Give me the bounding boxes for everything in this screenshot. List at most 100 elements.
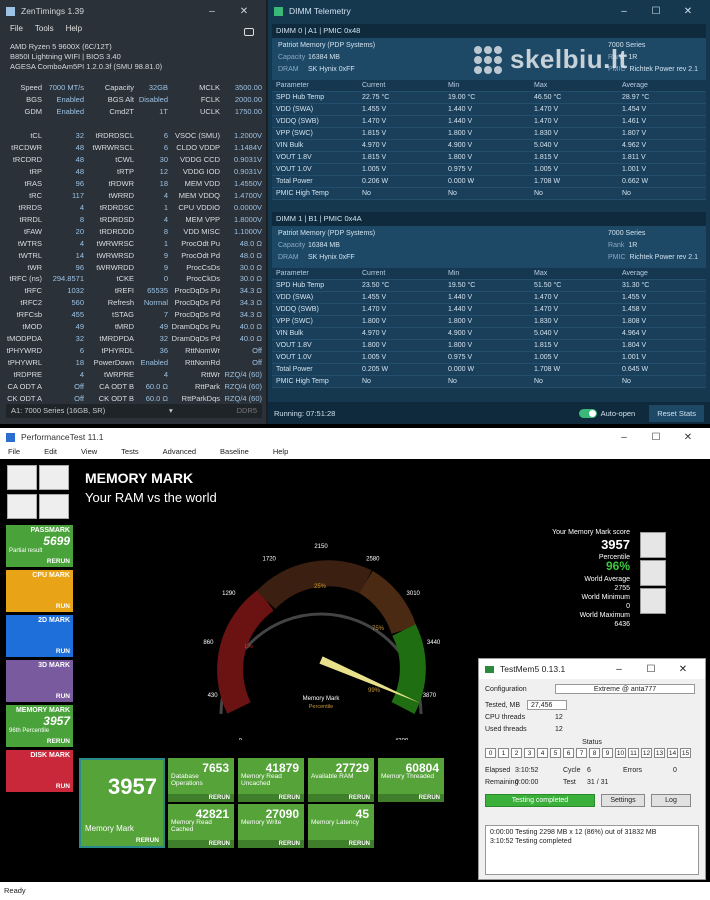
score-tile-cpu-mark[interactable]: CPU MARK RUN [6,570,73,612]
close-button[interactable]: ✕ [667,664,699,675]
rerun-button[interactable]: RERUN [378,794,444,802]
maximize-button[interactable]: ☐ [640,6,672,17]
telemetry-cell: No [534,378,543,385]
telemetry-cell: 0.206 W [362,178,389,185]
subtest-tile[interactable]: 27729 Available RAM RERUN [308,758,374,802]
minimize-button[interactable]: – [608,6,640,17]
home-icon[interactable] [7,465,37,490]
menu-edit[interactable]: Edit [44,447,57,458]
rerun-button[interactable]: RERUN [168,840,234,848]
timing-label: tMRDPDA [99,334,134,344]
testmem5-window: TestMem5 0.13.1 – ☐ ✕ Configuration Extreme… [478,658,706,880]
timing-row: GDM Enabled Cmd2T 1T UCLK 1750.00 [6,106,263,118]
tile-run-button[interactable]: RERUN [47,558,70,565]
config-field[interactable]: Extreme @ anta777 [555,684,695,694]
minimize-button[interactable]: – [603,664,635,675]
timing-label: CK ODT A [7,393,42,403]
telemetry-cell: 4.964 V [622,330,647,337]
telemetry-cell: No [362,378,371,385]
telemetry-cell: 1.461 V [622,118,647,125]
tile-run-button[interactable]: RUN [56,603,70,610]
rerun-button[interactable]: RERUN [308,840,374,848]
score-tile-passmark[interactable]: PASSMARK 5699 Partial result RERUN [6,525,73,567]
telemetry-cell: PMIC High Temp [276,190,329,197]
menu-view[interactable]: View [81,447,97,458]
dram-value: SK Hynix 0xFF [308,66,355,73]
camera-icon[interactable] [244,28,254,36]
subtest-tile[interactable]: 42821 Memory Read Cached RERUN [168,804,234,848]
telemetry-cell: 4.970 V [362,142,387,149]
timing-value: 48 [75,167,84,177]
subtest-tile[interactable]: 27090 Memory Write RERUN [238,804,304,848]
gauge-p25: 25% [314,584,327,590]
tile-run-button[interactable]: RERUN [47,738,70,745]
menu-baseline[interactable]: Baseline [220,447,249,458]
globe-icon[interactable] [640,560,666,586]
subtest-tile[interactable]: 60804 Memory Threaded RERUN [378,758,444,802]
close-button[interactable]: ✕ [672,6,704,17]
timing-value: 8 [79,214,84,224]
timing-value: 20 [75,226,84,236]
column-header: Max [534,270,548,277]
timing-value: 18 [75,358,84,368]
menu-advanced[interactable]: Advanced [163,447,196,458]
capacity-label: Capacity [278,54,306,61]
minimize-button[interactable]: – [608,432,640,443]
tile-run-button[interactable]: RUN [56,783,70,790]
telemetry-cell: No [622,190,631,197]
timing-row: tRFC (ns) 294.8571 tCKE 0 ProcCkDs 30.0 Ω [6,273,263,285]
menu-file[interactable]: File [10,24,23,34]
column-header: Parameter [276,270,309,277]
telemetry-cell: No [362,190,371,197]
timing-row: tRRDS 4 tRDRDSC 1 CPU VDDIO 0.0000V [6,201,262,213]
timing-label: GDM [24,107,43,117]
timing-label: tWRWRSC [96,238,134,248]
timing-row: tPHYWRL 18 PowerDown Enabled RttNomRd Off [6,357,262,369]
menu-help[interactable]: Help [273,447,288,458]
subtest-tile[interactable]: 41879 Memory Read Uncached RERUN [238,758,304,802]
menu-help[interactable]: Help [66,24,82,34]
menu-tests[interactable]: Tests [121,447,139,458]
telemetry-cell: 1.470 V [362,118,387,125]
score-tile-memory-mark[interactable]: MEMORY MARK 3957 96th Percentile RERUN [6,705,73,747]
score-tile-disk-mark[interactable]: DISK MARK RUN [6,750,73,792]
score-tile-3d-mark[interactable]: 3D MARK RUN [6,660,73,702]
maximize-button[interactable]: ☐ [635,664,667,675]
tile-run-button[interactable]: RUN [56,648,70,655]
rerun-button[interactable]: RERUN [308,794,374,802]
report-icon[interactable] [640,532,666,558]
menu-file[interactable]: File [8,447,20,458]
rerun-button[interactable]: RERUN [168,794,234,802]
telemetry-cell: 1.005 V [534,166,559,173]
telemetry-row: VOUT 1.8V 1.800 V 1.800 V 1.815 V 1.804 V [272,340,706,352]
timing-value: 7 [163,310,168,320]
memory-module-icon[interactable] [640,588,666,614]
maximize-button[interactable]: ☐ [640,432,672,443]
log-button[interactable]: Log [651,793,691,807]
score-tile-2d-mark[interactable]: 2D MARK RUN [6,615,73,657]
subtest-tile[interactable]: 45 Memory Latency RERUN [308,804,374,848]
tile-sub: Partial result [9,548,43,554]
subtest-tile[interactable]: 7653 Database Operations RERUN [168,758,234,802]
reset-stats-button[interactable]: Reset Stats [649,404,704,422]
rerun-button[interactable]: RERUN [238,840,304,848]
settings-gear-icon[interactable] [39,494,69,519]
system-info-icon[interactable] [39,465,69,490]
timing-value: 1.4700V [234,190,262,200]
memory-mark-tile[interactable]: 3957 Memory Mark RERUN [79,758,165,848]
upload-icon[interactable] [7,494,37,519]
settings-button[interactable]: Settings [601,793,645,807]
tile-run-button[interactable]: RUN [56,693,70,700]
rerun-button[interactable]: RERUN [136,837,159,844]
menu-tools[interactable]: Tools [35,24,54,34]
tile-label: DISK MARK [30,752,70,759]
dimm-selector[interactable]: A1: 7000 Series (16GB, SR) ▾ DDR5 [6,404,262,418]
close-button[interactable]: ✕ [228,6,260,17]
telemetry-row: Total Power 0.205 W 0.000 W 1.708 W 0.645 W [272,364,706,376]
auto-open-toggle[interactable] [578,408,597,418]
rerun-button[interactable]: RERUN [238,794,304,802]
timing-row: tCL 32 tRDRDSCL 6 VSOC (SMU) 1.2000V [6,130,262,142]
close-button[interactable]: ✕ [672,432,704,443]
minimize-button[interactable]: – [196,6,228,17]
dimm-section-header: DIMM 0 | A1 | PMIC 0x48 [272,24,706,38]
